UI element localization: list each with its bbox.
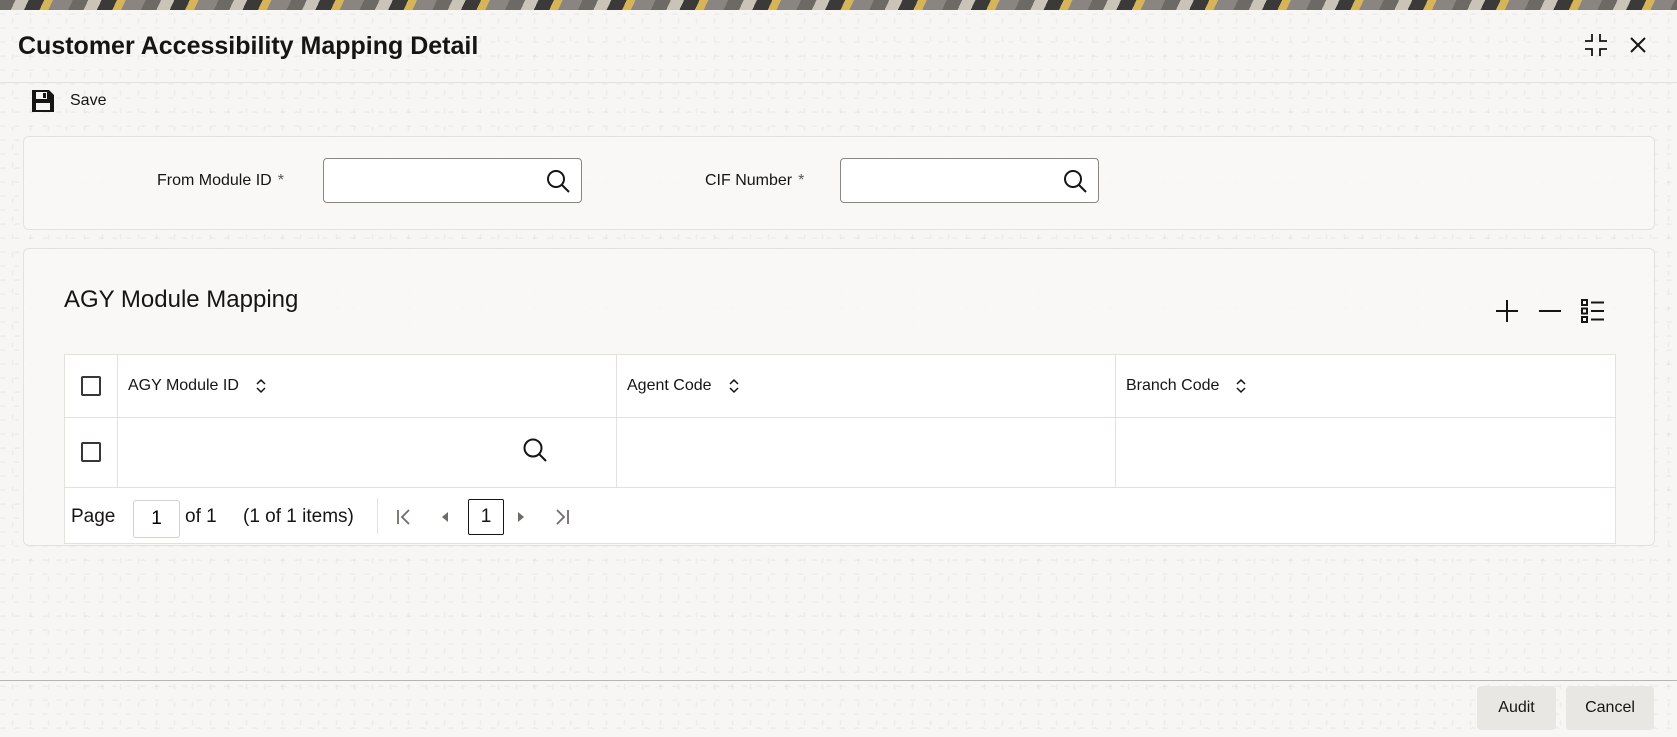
pagination-bar: Page of 1 (1 of 1 items) 1: [65, 488, 1615, 544]
minimize-icon[interactable]: [1581, 30, 1611, 60]
column-header-agent-code[interactable]: Agent Code: [627, 377, 742, 395]
cell-agent-code[interactable]: [617, 418, 1116, 487]
row-checkbox[interactable]: [81, 442, 101, 462]
page-title: Customer Accessibility Mapping Detail: [18, 32, 479, 60]
next-page-icon[interactable]: [508, 504, 534, 530]
from-module-id-field: [323, 158, 582, 203]
column-agent-code: Agent Code: [617, 355, 1116, 417]
close-icon[interactable]: [1623, 30, 1653, 60]
column-branch-code: Branch Code: [1116, 355, 1615, 417]
audit-button[interactable]: Audit: [1477, 686, 1556, 730]
column-agy-module-id: AGY Module ID: [118, 355, 617, 417]
page-button-1[interactable]: 1: [468, 499, 504, 535]
cancel-button[interactable]: Cancel: [1566, 686, 1654, 730]
required-marker: *: [277, 172, 284, 189]
column-header-agy-module-id[interactable]: AGY Module ID: [128, 377, 269, 395]
pagination-divider: [377, 498, 378, 534]
last-page-icon[interactable]: [549, 504, 575, 530]
sort-icon: [256, 378, 266, 394]
select-all-checkbox[interactable]: [81, 376, 101, 396]
page-number-input[interactable]: [133, 500, 180, 538]
required-marker: *: [798, 172, 805, 189]
mapping-table: AGY Module ID Agent Code Branch Code Pag…: [64, 354, 1616, 544]
search-icon[interactable]: [1062, 168, 1088, 194]
page-label: Page: [71, 506, 116, 527]
top-banner-strip: [0, 0, 1677, 10]
prev-page-icon[interactable]: [432, 504, 458, 530]
section-title: AGY Module Mapping: [64, 286, 299, 313]
column-label: AGY Module ID: [128, 377, 239, 394]
page-total: of 1: [185, 506, 217, 527]
select-all-cell: [65, 355, 118, 417]
first-page-icon[interactable]: [391, 504, 417, 530]
cell-branch-code[interactable]: [1116, 418, 1615, 487]
search-icon[interactable]: [545, 168, 571, 194]
minus-icon[interactable]: [1535, 296, 1565, 326]
row-select-cell: [65, 418, 118, 487]
cif-number-field: [840, 158, 1099, 203]
column-label: Branch Code: [1126, 377, 1220, 394]
table-row: [65, 418, 1615, 488]
save-label: Save: [70, 92, 107, 109]
cell-agy-module-id[interactable]: [118, 418, 617, 487]
list-icon[interactable]: [1578, 296, 1608, 326]
plus-icon[interactable]: [1492, 296, 1522, 326]
sort-icon: [1236, 378, 1246, 394]
cif-number-label-text: CIF Number: [705, 172, 793, 189]
footer-divider: [0, 680, 1677, 681]
sort-icon: [728, 378, 739, 394]
from-module-id-label-text: From Module ID: [157, 172, 272, 189]
items-count: (1 of 1 items): [243, 506, 354, 527]
search-icon[interactable]: [520, 435, 550, 465]
column-header-branch-code[interactable]: Branch Code: [1126, 377, 1249, 395]
column-label: Agent Code: [627, 377, 712, 394]
from-module-id-input[interactable]: [324, 159, 534, 202]
from-module-id-label: From Module ID *: [157, 172, 284, 190]
table-header-row: AGY Module ID Agent Code Branch Code: [65, 355, 1615, 418]
save-icon: [30, 88, 56, 114]
save-button[interactable]: Save: [30, 86, 106, 116]
cif-number-input[interactable]: [841, 159, 1051, 202]
cif-number-label: CIF Number *: [705, 172, 804, 190]
dialog-header: Customer Accessibility Mapping Detail: [0, 10, 1677, 83]
